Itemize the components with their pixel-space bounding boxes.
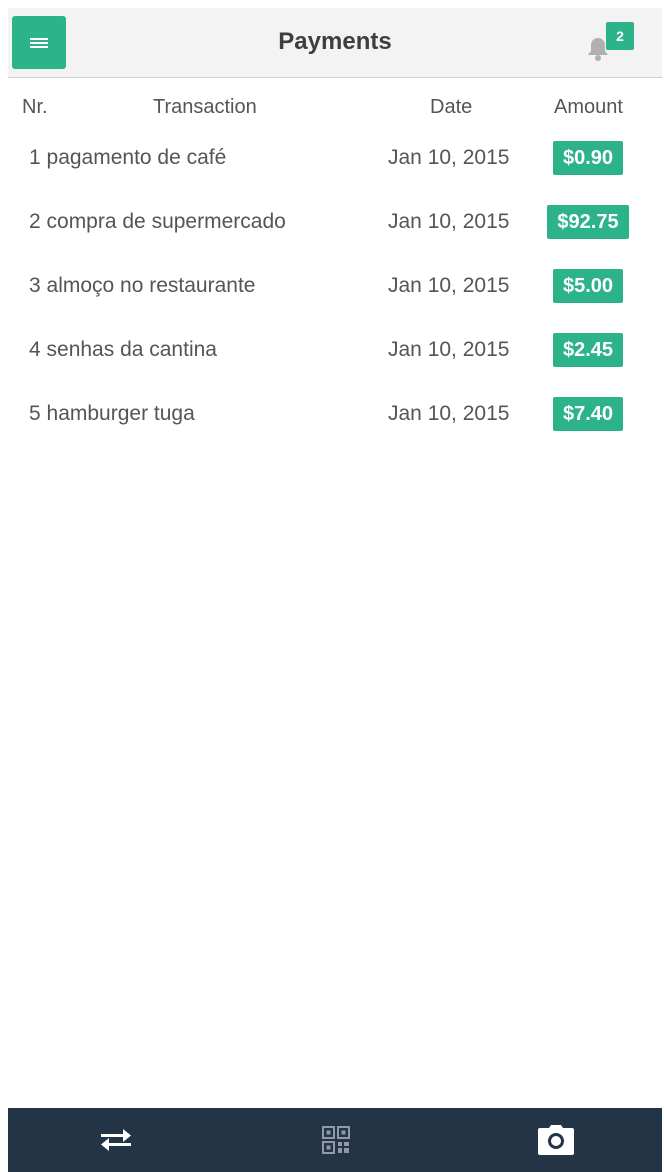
transaction-date: Jan 10, 2015 <box>388 210 510 233</box>
page-title: Payments <box>278 28 392 55</box>
amount-cell: $5.00 <box>544 268 632 304</box>
amount-badge: $2.45 <box>552 333 624 367</box>
transaction-description: 1 pagamento de café <box>29 146 227 169</box>
transaction-date: Jan 10, 2015 <box>388 274 510 297</box>
table-row[interactable]: 5 hamburger tuga Jan 10, 2015 $7.40 <box>8 388 662 452</box>
table-row[interactable]: 1 pagamento de café Jan 10, 2015 $0.90 <box>8 132 662 196</box>
camera-icon <box>538 1125 574 1155</box>
tab-camera[interactable] <box>506 1108 606 1172</box>
transaction-date: Jan 10, 2015 <box>388 338 510 361</box>
transaction-description: 3 almoço no restaurante <box>29 274 256 297</box>
transaction-description: 4 senhas da cantina <box>29 338 217 361</box>
amount-badge: $5.00 <box>552 269 624 303</box>
column-header-nr: Nr. <box>22 96 48 118</box>
column-header-amount: Amount <box>554 96 623 118</box>
notifications-button[interactable]: 2 <box>586 22 634 68</box>
notification-badge: 2 <box>606 22 634 50</box>
transaction-description: 5 hamburger tuga <box>29 402 195 425</box>
amount-cell: $0.90 <box>544 140 632 176</box>
amount-cell: $7.40 <box>544 396 632 432</box>
table-header: Nr. Transaction Date Amount <box>8 86 662 132</box>
amount-badge: $0.90 <box>552 141 624 175</box>
amount-cell: $2.45 <box>544 332 632 368</box>
column-header-date: Date <box>430 96 473 118</box>
table-row[interactable]: 2 compra de supermercado Jan 10, 2015 $9… <box>8 196 662 260</box>
table-row[interactable]: 3 almoço no restaurante Jan 10, 2015 $5.… <box>8 260 662 324</box>
payments-table: Nr. Transaction Date Amount 1 pagamento … <box>8 86 662 452</box>
column-header-transaction: Transaction <box>153 96 257 118</box>
amount-badge: $92.75 <box>547 205 629 239</box>
transaction-date: Jan 10, 2015 <box>388 146 510 169</box>
qr-code-icon <box>322 1126 350 1154</box>
header-bar: Payments 2 <box>8 8 662 78</box>
amount-cell: $92.75 <box>544 204 632 240</box>
transaction-description: 2 compra de supermercado <box>29 210 286 233</box>
table-row[interactable]: 4 senhas da cantina Jan 10, 2015 $2.45 <box>8 324 662 388</box>
bottom-tab-bar <box>8 1108 662 1172</box>
transfer-arrows-icon <box>101 1129 131 1151</box>
payments-screen: Payments 2 Nr. Transaction Date Amount 1… <box>0 0 664 1172</box>
tab-transfer[interactable] <box>66 1108 166 1172</box>
transaction-date: Jan 10, 2015 <box>388 402 510 425</box>
tab-qr-code[interactable] <box>286 1108 386 1172</box>
amount-badge: $7.40 <box>552 397 624 431</box>
